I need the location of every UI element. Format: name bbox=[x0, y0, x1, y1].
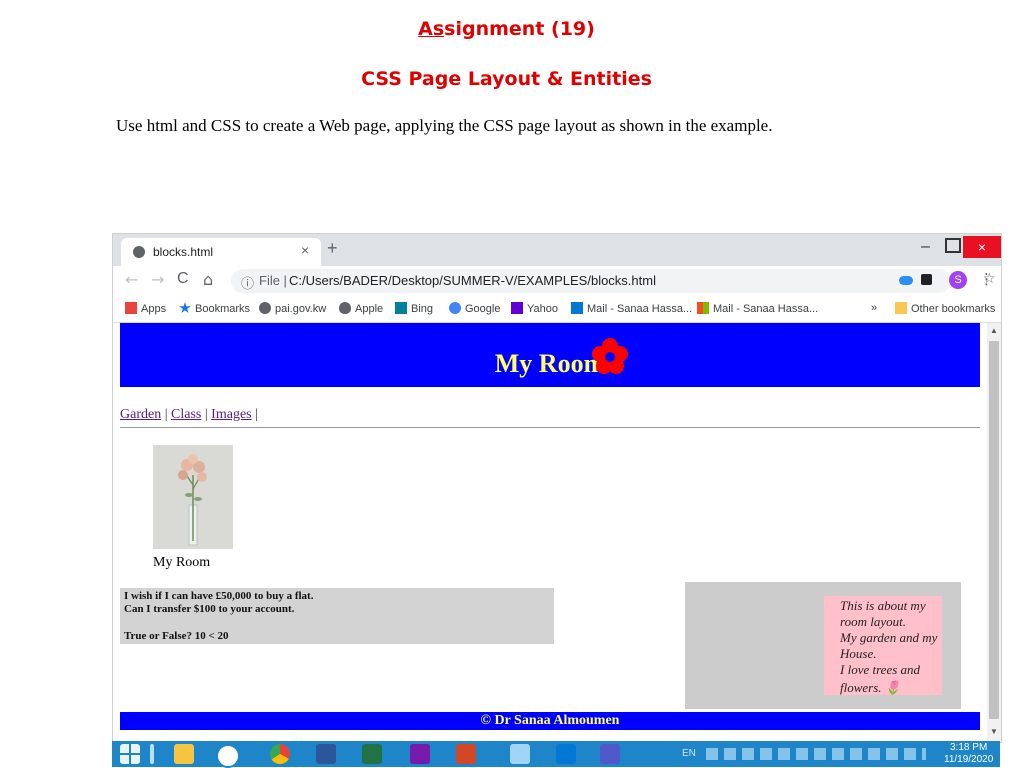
reload-icon[interactable]: C bbox=[177, 270, 189, 288]
browser-window: blocks.html × + – × ← → C ⌂ ⓘ File | C:/… bbox=[112, 233, 1002, 743]
bookmark-yahoo[interactable]: Yahoo bbox=[511, 302, 558, 315]
browser-toolbar: ← → C ⌂ ⓘ File | C:/Users/BADER/Desktop/… bbox=[113, 266, 1001, 296]
onenote-icon[interactable] bbox=[410, 744, 430, 764]
site-title: My Room bbox=[494, 349, 606, 378]
google-icon bbox=[449, 302, 461, 314]
nav-separator: | bbox=[204, 407, 208, 422]
hp-icon[interactable] bbox=[216, 744, 240, 768]
bookmark-google[interactable]: Google bbox=[449, 302, 500, 315]
aside-line: flowers. 🌷 bbox=[840, 680, 901, 695]
browser-tab[interactable]: blocks.html × bbox=[121, 238, 321, 266]
star-icon bbox=[179, 302, 191, 313]
aside-box: This is about my room layout. My garden … bbox=[685, 582, 961, 709]
aside-line: This is about my bbox=[840, 598, 926, 613]
page-viewport: My Room Garden | Class | Images | My Roo… bbox=[113, 323, 987, 742]
menu-icon[interactable]: ⋮ bbox=[979, 270, 994, 288]
clock-date: 11/19/2020 bbox=[944, 754, 994, 765]
home-icon[interactable]: ⌂ bbox=[203, 270, 213, 289]
teams-icon[interactable] bbox=[600, 744, 620, 764]
aside-note: This is about my room layout. My garden … bbox=[824, 596, 942, 695]
microsoft-icon bbox=[697, 302, 709, 314]
nav-link-class[interactable]: Class bbox=[171, 407, 201, 422]
yahoo-icon bbox=[511, 302, 523, 314]
bookmark-bookmarks[interactable]: Bookmarks bbox=[179, 302, 250, 315]
nav-link-garden[interactable]: Garden bbox=[120, 407, 161, 422]
back-icon[interactable]: ← bbox=[125, 270, 138, 289]
profile-avatar[interactable]: S bbox=[949, 271, 967, 289]
site-nav: Garden | Class | Images | bbox=[120, 407, 258, 423]
scrollbar-thumb[interactable] bbox=[989, 341, 999, 719]
bookmark-apple[interactable]: Apple bbox=[339, 302, 383, 315]
tab-close-icon[interactable]: × bbox=[301, 242, 309, 258]
outlook-icon bbox=[571, 302, 583, 314]
vertical-scrollbar[interactable]: ▲ ▼ bbox=[987, 323, 1001, 742]
flower-icon bbox=[592, 338, 628, 374]
main-content-box: I wish if I can have £50,000 to buy a fl… bbox=[120, 588, 554, 644]
bookmark-mail-microsoft[interactable]: Mail - Sanaa Hassa... bbox=[697, 302, 818, 315]
excel-icon[interactable] bbox=[362, 744, 382, 764]
address-scheme: File | bbox=[259, 273, 287, 288]
minimize-button[interactable]: – bbox=[921, 238, 930, 256]
aside-line: House. bbox=[840, 646, 877, 661]
globe-icon bbox=[259, 302, 271, 314]
puzzle-extension-icon[interactable] bbox=[921, 274, 932, 285]
tab-strip: blocks.html × + – × bbox=[113, 234, 1001, 266]
windows-start-icon[interactable] bbox=[120, 744, 140, 764]
content-line: Can I transfer $100 to your account. bbox=[124, 603, 295, 615]
restore-button[interactable] bbox=[945, 238, 961, 253]
scroll-up-icon[interactable]: ▲ bbox=[990, 326, 998, 335]
outlook-icon[interactable] bbox=[556, 744, 576, 764]
window-close-button[interactable]: × bbox=[963, 236, 1001, 258]
tab-title: blocks.html bbox=[153, 245, 214, 259]
nav-divider bbox=[120, 427, 980, 428]
bookmarks-overflow-icon[interactable]: » bbox=[871, 302, 877, 314]
bing-icon bbox=[395, 302, 407, 314]
address-bar[interactable]: ⓘ File | C:/Users/BADER/Desktop/SUMMER-V… bbox=[231, 269, 996, 293]
bookmark-pai[interactable]: pai.gov.kw bbox=[259, 302, 326, 315]
assignment-instruction: Use html and CSS to create a Web page, a… bbox=[116, 116, 773, 135]
task-view-icon[interactable] bbox=[150, 744, 154, 764]
system-tray-icons[interactable] bbox=[706, 748, 926, 760]
scroll-down-icon[interactable]: ▼ bbox=[990, 727, 998, 736]
address-url[interactable]: C:/Users/BADER/Desktop/SUMMER-V/EXAMPLES… bbox=[289, 273, 656, 288]
apple-icon bbox=[339, 302, 351, 314]
forward-icon[interactable]: → bbox=[151, 270, 164, 289]
bookmark-bing[interactable]: Bing bbox=[395, 302, 433, 315]
aside-line: I love trees and bbox=[840, 662, 921, 677]
cloud-extension-icon[interactable] bbox=[899, 276, 913, 285]
taskbar-clock[interactable]: 3:18 PM 11/19/2020 bbox=[944, 742, 993, 766]
assignment-subtitle: CSS Page Layout & Entities bbox=[361, 68, 652, 90]
file-explorer-icon[interactable] bbox=[174, 744, 194, 764]
word-icon[interactable] bbox=[316, 744, 336, 764]
chrome-icon[interactable] bbox=[270, 744, 290, 764]
taskbar: EN 3:18 PM 11/19/2020 bbox=[112, 741, 1000, 768]
nav-link-images[interactable]: Images bbox=[211, 407, 251, 422]
bookmark-mail-outlook[interactable]: Mail - Sanaa Hassa... bbox=[571, 302, 692, 315]
clock-time: 3:18 PM bbox=[950, 742, 988, 753]
nav-separator: | bbox=[164, 407, 168, 422]
site-info-icon[interactable]: ⓘ bbox=[241, 273, 254, 292]
room-photo bbox=[153, 445, 233, 549]
folder-icon bbox=[895, 302, 907, 314]
other-bookmarks[interactable]: Other bookmarks bbox=[895, 302, 995, 315]
new-tab-button[interactable]: + bbox=[327, 238, 338, 259]
content-line: I wish if I can have £50,000 to buy a fl… bbox=[124, 590, 314, 602]
photo-caption: My Room bbox=[153, 555, 211, 570]
nav-separator: | bbox=[255, 407, 258, 422]
assignment-title: Assignment (19) bbox=[418, 18, 595, 40]
site-footer: © Dr Sanaa Almoumen bbox=[120, 712, 980, 730]
language-indicator[interactable]: EN bbox=[682, 748, 696, 759]
globe-icon bbox=[133, 246, 145, 258]
site-header: My Room bbox=[120, 323, 980, 387]
apps-grid-icon bbox=[125, 302, 137, 314]
aside-line: My garden and my bbox=[840, 630, 938, 645]
notepad-icon[interactable] bbox=[510, 744, 530, 764]
content-line: True or False? 10 < 20 bbox=[124, 630, 229, 642]
bookmarks-bar: Apps Bookmarks pai.gov.kw Apple Bing Goo… bbox=[113, 296, 1001, 323]
bookmark-apps[interactable]: Apps bbox=[125, 302, 166, 315]
powerpoint-icon[interactable] bbox=[456, 744, 476, 764]
aside-line: room layout. bbox=[840, 614, 906, 629]
